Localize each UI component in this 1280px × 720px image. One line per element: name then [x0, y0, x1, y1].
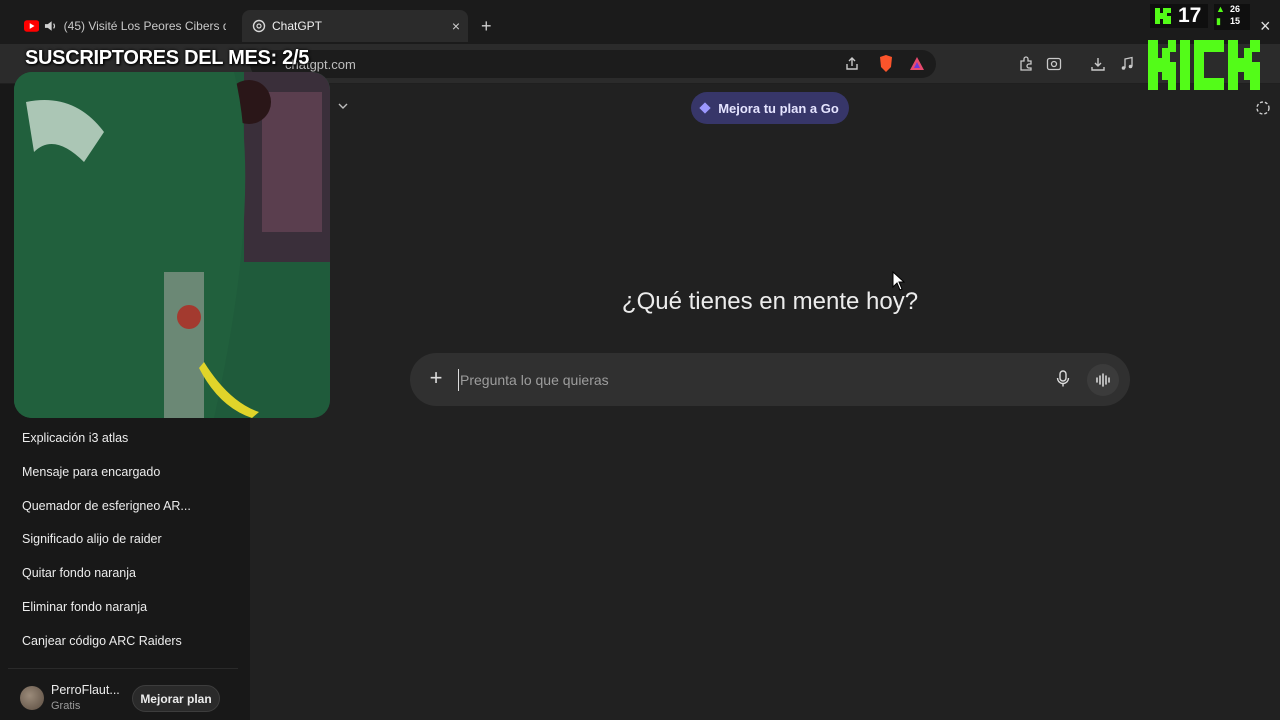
- share-icon[interactable]: [842, 54, 862, 74]
- sidebar-divider: [8, 668, 238, 669]
- user-avatar[interactable]: [20, 686, 44, 710]
- window-close-button[interactable]: ×: [1260, 16, 1271, 37]
- microphone-icon[interactable]: [1055, 370, 1071, 388]
- page-headline: ¿Qué tienes en mente hoy?: [621, 288, 919, 315]
- subscribers-overlay-title: SUSCRIPTORES DEL MES: 2/5: [25, 47, 310, 69]
- kick-viewer-count: 17: [1178, 4, 1202, 27]
- sidebar-chat-item[interactable]: Quitar fondo naranja: [22, 566, 136, 580]
- youtube-icon: [24, 20, 40, 32]
- kick-logo-icon: [1155, 8, 1171, 24]
- browser-tab-strip: (45) Visité Los Peores Cibers de A ChatG…: [0, 0, 1280, 44]
- media-music-icon[interactable]: [1117, 54, 1137, 74]
- temporary-chat-icon[interactable]: [1255, 100, 1271, 116]
- sidebar-chat-item[interactable]: Canjear código ARC Raiders: [22, 634, 182, 648]
- mouse-cursor-icon: [892, 271, 905, 291]
- kick-viewer-counter: 17: [1150, 4, 1208, 28]
- brave-shield-icon[interactable]: [876, 54, 896, 74]
- new-tab-button[interactable]: +: [481, 16, 492, 37]
- user-name[interactable]: PerroFlaut...: [51, 683, 120, 697]
- kick-stat-1: 26: [1230, 4, 1241, 14]
- tab-youtube[interactable]: (45) Visité Los Peores Cibers de A: [14, 10, 236, 42]
- upgrade-to-go-button[interactable]: Mejora tu plan a Go: [691, 92, 849, 124]
- kick-wordmark-logo: [1148, 40, 1260, 90]
- upgrade-plan-button[interactable]: Mejorar plan: [132, 685, 220, 712]
- tab-close-icon[interactable]: ×: [452, 18, 460, 34]
- tab-title: ChatGPT: [272, 19, 323, 33]
- user-plan: Gratis: [51, 700, 81, 712]
- voice-mode-button[interactable]: [1087, 364, 1119, 396]
- chevron-down-icon[interactable]: [337, 100, 349, 112]
- speaker-icon[interactable]: [44, 20, 57, 32]
- download-icon[interactable]: [1088, 54, 1108, 74]
- sidebar-chat-item[interactable]: Quemador de esferigneo AR...: [22, 499, 191, 513]
- diamond-icon: [699, 102, 711, 114]
- thumbs-icon: ▮: [1216, 16, 1221, 26]
- webcam-overlay: [14, 72, 330, 418]
- sidebar-chat-item[interactable]: Eliminar fondo naranja: [22, 600, 147, 614]
- screenshot-icon[interactable]: [1044, 54, 1064, 74]
- brave-rewards-icon[interactable]: [907, 54, 927, 74]
- add-attachment-button[interactable]: +: [425, 367, 447, 391]
- user-icon: ▲: [1216, 4, 1225, 14]
- tab-chatgpt[interactable]: ChatGPT ×: [242, 10, 468, 42]
- sidebar-chat-item[interactable]: Significado alijo de raider: [22, 532, 162, 546]
- chatgpt-icon: [252, 19, 266, 33]
- prompt-input[interactable]: [458, 369, 1038, 391]
- sidebar-chat-item[interactable]: Mensaje para encargado: [22, 465, 160, 479]
- kick-stat-2: 15: [1230, 16, 1241, 26]
- sidebar-chat-item[interactable]: Explicación i3 atlas: [22, 431, 128, 445]
- waveform-icon: [1096, 373, 1110, 387]
- extensions-icon[interactable]: [1016, 54, 1036, 74]
- upgrade-pill-label: Mejora tu plan a Go: [718, 100, 839, 116]
- kick-stats-panel: ▲ 26 ▮ 15: [1214, 4, 1250, 30]
- tab-title: (45) Visité Los Peores Cibers de A: [63, 19, 226, 33]
